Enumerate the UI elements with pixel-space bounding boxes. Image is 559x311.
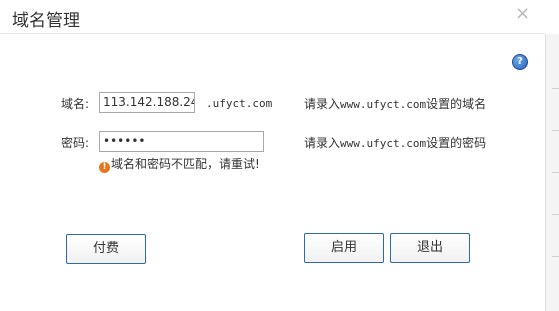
exit-button[interactable]: 退出 <box>390 233 470 263</box>
error-text: 域名和密码不匹配，请重试! <box>111 157 260 171</box>
close-icon[interactable]: × <box>515 3 530 24</box>
strip-divider <box>552 256 559 257</box>
password-hint-site: www.ufyct.com <box>340 137 427 150</box>
domain-input[interactable]: 113.142.188.24 <box>99 92 195 113</box>
strip-divider <box>552 172 559 173</box>
dialog-title: 域名管理 <box>12 11 80 31</box>
password-input[interactable]: •••••• <box>99 131 264 152</box>
password-hint: 请录入www.ufyct.com设置的密码 <box>304 134 486 151</box>
domain-hint-site: www.ufyct.com <box>340 98 427 111</box>
domain-hint: 请录入www.ufyct.com设置的域名 <box>304 95 486 112</box>
password-hint-prefix: 请录入 <box>304 136 341 150</box>
warning-icon: ! <box>99 162 110 173</box>
strip-divider <box>552 214 559 215</box>
pay-button[interactable]: 付费 <box>66 234 146 264</box>
domain-label: 域名: <box>61 97 90 111</box>
password-hint-suffix: 设置的密码 <box>426 136 487 150</box>
background-page-strip <box>545 34 559 311</box>
strip-divider <box>552 88 559 89</box>
strip-divider <box>552 130 559 131</box>
domain-hint-prefix: 请录入 <box>304 97 341 111</box>
enable-button[interactable]: 启用 <box>304 233 384 263</box>
dialog-header: 域名管理 × <box>0 0 545 34</box>
error-message: ! 域名和密码不匹配，请重试! <box>99 155 260 173</box>
domain-hint-suffix: 设置的域名 <box>426 97 487 111</box>
domain-suffix: .ufyct.com <box>206 97 273 110</box>
help-icon[interactable]: ? <box>512 54 528 70</box>
domain-management-dialog: 域名管理 × ? 域名: 113.142.188.24 .ufyct.com 请… <box>0 0 559 311</box>
password-label: 密码: <box>61 136 90 150</box>
